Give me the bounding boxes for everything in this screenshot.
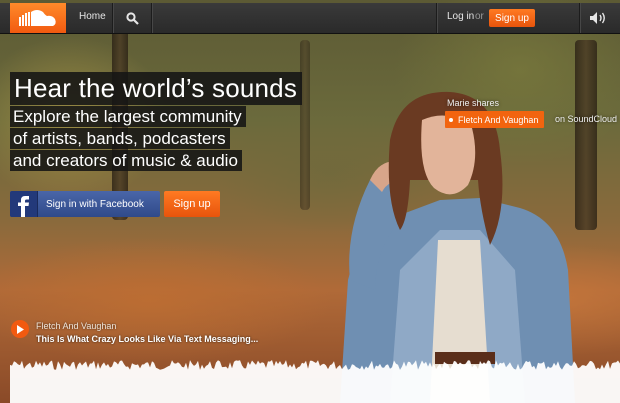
play-icon: [17, 324, 24, 334]
facebook-signin-label: Sign in with Facebook: [46, 198, 144, 210]
top-nav: Home Log in or Sign up: [0, 3, 620, 34]
volume-icon[interactable]: [589, 11, 607, 25]
facebook-signin-button[interactable]: Sign in with Facebook: [10, 191, 160, 217]
hero-subline-2: of artists, bands, podcasters: [10, 128, 230, 149]
hero-subline-1: Explore the largest community: [10, 106, 246, 127]
login-link[interactable]: Log in: [447, 11, 474, 22]
share-where-text: on SoundCloud: [555, 114, 618, 124]
search-icon[interactable]: [126, 12, 139, 25]
hero-subline-3: and creators of music & audio: [10, 150, 242, 171]
nav-divider: [436, 3, 438, 33]
player-artist[interactable]: Fletch And Vaughan: [36, 321, 116, 331]
cloud-icon: [19, 10, 56, 26]
nav-divider: [579, 3, 581, 33]
nav-home-link[interactable]: Home: [79, 11, 106, 22]
nav-divider: [151, 3, 153, 33]
share-artist-tag[interactable]: Fletch And Vaughan: [445, 111, 545, 128]
facebook-icon: [10, 191, 38, 217]
tree-trunk: [300, 40, 310, 210]
soundcloud-logo[interactable]: [10, 3, 66, 33]
or-text: or: [475, 11, 484, 22]
waveform[interactable]: [10, 352, 620, 403]
player-track-title[interactable]: This Is What Crazy Looks Like Via Text M…: [36, 334, 258, 344]
nav-divider: [112, 3, 114, 33]
hero-signup-button[interactable]: Sign up: [164, 191, 220, 217]
hero-headline: Hear the world’s sounds: [10, 72, 303, 105]
nav-signup-button[interactable]: Sign up: [489, 9, 535, 27]
share-artist-label: Fletch And Vaughan: [458, 114, 539, 125]
share-user-text: Marie shares: [447, 98, 500, 108]
bullet-icon: [449, 117, 453, 122]
play-button[interactable]: [11, 320, 29, 338]
